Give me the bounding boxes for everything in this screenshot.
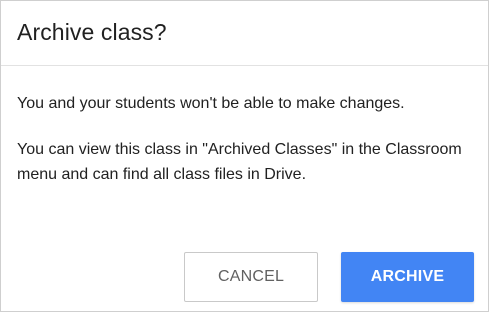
dialog-message-changes: You and your students won't be able to m… [17,95,405,112]
title-divider [1,65,488,66]
dialog-title: Archive class? [17,19,167,45]
dialog-actions: CANCEL ARCHIVE [1,252,488,302]
archive-button[interactable]: ARCHIVE [341,252,474,302]
dialog-message-archived-location: You can view this class in "Archived Cla… [17,141,462,183]
cancel-button[interactable]: CANCEL [184,252,318,302]
archive-class-dialog: Archive class? You and your students won… [0,0,489,312]
